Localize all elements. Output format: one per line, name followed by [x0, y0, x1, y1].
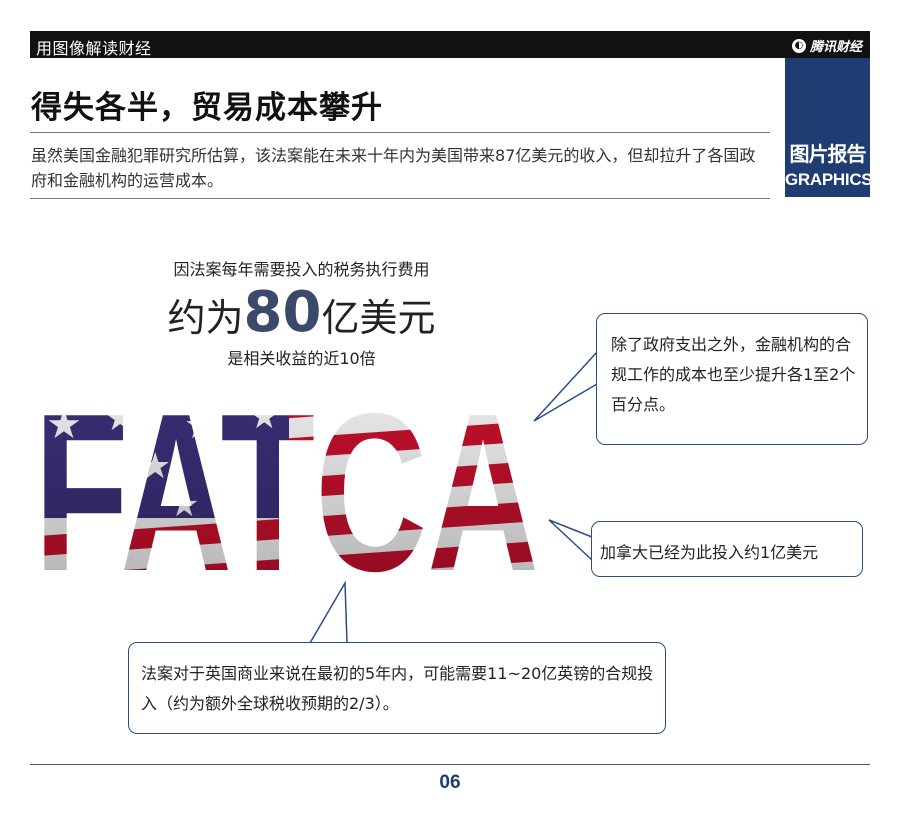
callout-canada: 加拿大已经为此投入约1亿美元 — [591, 521, 863, 577]
callout-text: 除了政府支出之外，金融机构的合规工作的成本也至少提升各1至2个百分点。 — [611, 335, 856, 414]
callout-text: 法案对于英国商业来说在最初的5年内，可能需要11~20亿英镑的合规投入（约为额外… — [141, 664, 654, 713]
callout-text: 加拿大已经为此投入约1亿美元 — [600, 543, 819, 562]
footer-divider — [30, 764, 870, 765]
page-number: 06 — [439, 772, 461, 793]
callout-institution-costs: 除了政府支出之外，金融机构的合规工作的成本也至少提升各1至2个百分点。 — [596, 313, 868, 445]
callout-uk: 法案对于英国商业来说在最初的5年内，可能需要11~20亿英镑的合规投入（约为额外… — [128, 642, 666, 734]
